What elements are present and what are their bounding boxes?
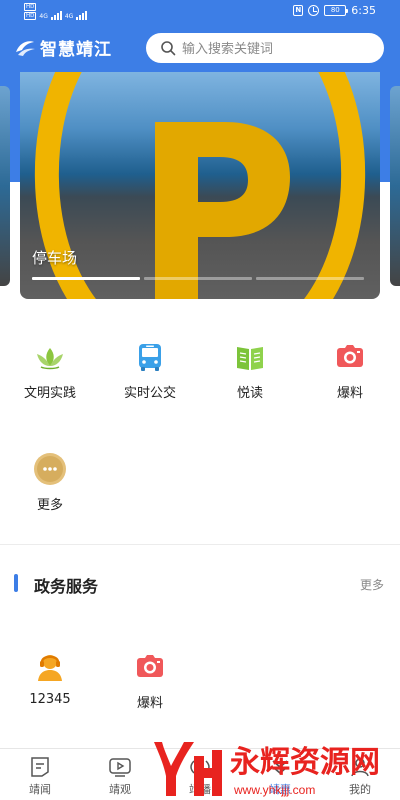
slide-dot[interactable] — [256, 277, 364, 280]
tab-label: 靖播 — [189, 783, 211, 796]
sim-indicators: HD HD — [24, 3, 37, 20]
app-header: 智慧靖江 — [0, 24, 400, 72]
section-more-link[interactable]: 更多 — [360, 576, 384, 593]
tab-label: 我的 — [349, 783, 371, 796]
tab-label: 靖惠 — [269, 783, 291, 796]
banner-carousel[interactable]: 停车场 — [0, 72, 400, 312]
quick-link-label: 悦读 — [236, 386, 263, 401]
signal-bars-2-icon — [76, 10, 88, 20]
quick-link-report[interactable]: 爆料 — [300, 340, 400, 401]
search-icon — [161, 41, 176, 56]
more-icon — [34, 453, 66, 485]
bottom-tab-bar: 靖闻 靖观 靖播 靖惠 我的 — [0, 748, 400, 800]
alarm-icon — [308, 5, 320, 16]
tab-broadcast[interactable]: 靖播 — [160, 749, 240, 800]
app-name: 智慧靖江 — [40, 40, 112, 60]
gov-service-report[interactable]: 爆料 — [100, 650, 200, 711]
sim1-indicator: HD — [24, 3, 37, 11]
gov-service-label: 12345 — [29, 692, 71, 707]
quick-link-reading[interactable]: 悦读 — [200, 340, 300, 401]
status-bar-right: N 80 6:35 — [293, 4, 376, 17]
search-bar[interactable] — [146, 33, 384, 63]
quick-link-civilization[interactable]: 文明实践 — [0, 340, 100, 401]
tab-label: 靖观 — [109, 783, 131, 796]
tab-label: 靖闻 — [29, 783, 51, 796]
section-divider — [0, 544, 400, 545]
tab-service[interactable]: 靖惠 — [240, 749, 320, 800]
gov-service-label: 爆料 — [136, 696, 163, 711]
tab-news[interactable]: 靖闻 — [0, 749, 80, 800]
camera-icon — [337, 345, 363, 367]
previous-slide-peek[interactable] — [0, 86, 10, 286]
slide-indicator — [32, 277, 364, 280]
gov-services-header: 政务服务 更多 — [0, 568, 400, 600]
quick-link-more[interactable]: 更多 — [0, 452, 100, 513]
quick-link-label: 更多 — [36, 498, 63, 513]
slide-dot[interactable] — [144, 277, 252, 280]
camera-icon — [137, 655, 163, 677]
slide-dot-active[interactable] — [32, 277, 140, 280]
status-bar: HD HD 4G 4G N 80 6:35 — [0, 0, 400, 24]
tab-video[interactable]: 靖观 — [80, 749, 160, 800]
section-title: 政务服务 — [34, 577, 99, 596]
headset-operator-icon — [38, 655, 62, 681]
tab-profile[interactable]: 我的 — [320, 749, 400, 800]
app-logo: 智慧靖江 — [14, 35, 112, 60]
profile-icon — [351, 758, 369, 777]
section-accent-bar — [14, 574, 18, 592]
logo-mark-icon — [16, 40, 35, 56]
bus-icon — [139, 344, 161, 371]
service-icon — [272, 760, 288, 775]
next-slide-peek[interactable] — [390, 86, 400, 286]
lotus-icon — [37, 348, 63, 370]
nfc-icon: N — [293, 5, 304, 16]
quick-link-realtime-bus[interactable]: 实时公交 — [100, 340, 200, 401]
sim2-indicator: HD — [24, 12, 37, 20]
network-type-2: 4G — [64, 13, 74, 20]
status-bar-left: HD HD 4G 4G — [24, 3, 88, 20]
gov-service-12345[interactable]: 12345 — [0, 650, 100, 707]
video-icon — [109, 758, 131, 777]
quick-link-label: 爆料 — [336, 386, 363, 401]
search-input[interactable] — [182, 40, 372, 56]
news-icon — [31, 757, 49, 777]
network-type-1: 4G — [39, 13, 48, 20]
signal-bars-1-icon — [50, 10, 62, 20]
battery-icon: 80 — [324, 5, 349, 16]
quick-link-label: 文明实践 — [23, 386, 76, 401]
clock: 6:35 — [351, 4, 376, 17]
slide-caption: 停车场 — [32, 249, 78, 267]
book-icon — [237, 347, 263, 370]
quick-link-label: 实时公交 — [123, 386, 176, 401]
banner-slide[interactable]: 停车场 — [20, 72, 380, 299]
broadcast-icon — [190, 760, 210, 774]
